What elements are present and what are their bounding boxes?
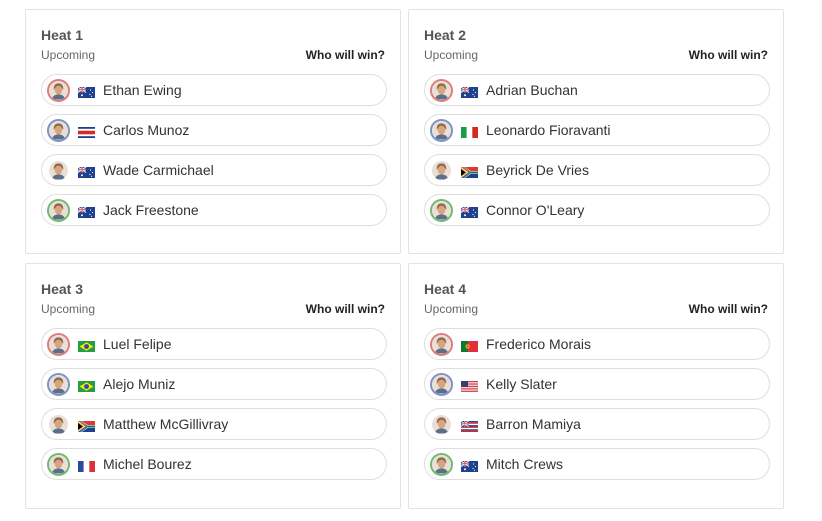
surfer-name: Matthew McGillivray [103, 416, 229, 432]
heat-card-1: Heat 1 Upcoming Who will win? Ethan Ewin… [25, 9, 401, 254]
surfer-name: Jack Freestone [103, 202, 199, 218]
surfer-avatar-icon [47, 198, 70, 222]
surfer-avatar-icon [47, 158, 70, 182]
surfer-pick-button[interactable]: Matthew McGillivray [41, 408, 387, 440]
surfer-name: Mitch Crews [486, 456, 564, 472]
who-will-win-label: Who will win? [688, 302, 768, 316]
country-flag-icon [461, 165, 478, 178]
surfer-pick-button[interactable]: Adrian Buchan [424, 74, 770, 106]
surfer-avatar-icon [430, 158, 453, 182]
country-flag-icon [78, 379, 95, 392]
surfer-pick-button[interactable]: Leonardo Fioravanti [424, 114, 770, 146]
surfer-name: Wade Carmichael [103, 162, 214, 178]
surfer-avatar-icon [430, 78, 453, 102]
who-will-win-label: Who will win? [688, 48, 768, 62]
surfer-avatar-icon [430, 332, 453, 356]
surfer-pick-button[interactable]: Kelly Slater [424, 368, 770, 400]
surfer-avatar-icon [430, 198, 453, 222]
heat-card-4: Heat 4 Upcoming Who will win? Frederico … [408, 263, 784, 509]
country-flag-icon [460, 459, 478, 472]
heat-status: Upcoming [41, 48, 96, 62]
surfer-name: Alejo Muniz [103, 376, 176, 392]
surfer-pick-button[interactable]: Connor O'Leary [424, 194, 770, 226]
heat-card-2: Heat 2 Upcoming Who will win? Adrian Buc… [408, 9, 784, 254]
country-flag-icon [461, 379, 478, 392]
surfer-list: Frederico Morais Kelly Slater Barron Mam… [424, 328, 770, 488]
surfer-name: Kelly Slater [486, 376, 557, 392]
surfer-list: Adrian Buchan Leonardo Fioravanti Beyric… [424, 74, 770, 234]
country-flag-icon [461, 125, 478, 138]
heat-title: Heat 4 [424, 281, 467, 297]
heats-grid: Heat 1 Upcoming Who will win? Ethan Ewin… [25, 9, 785, 509]
surfer-pick-button[interactable]: Michel Bourez [41, 448, 387, 480]
heat-title: Heat 2 [424, 27, 467, 43]
surfer-pick-button[interactable]: Alejo Muniz [41, 368, 387, 400]
country-flag-icon [77, 85, 95, 98]
surfer-list: Ethan Ewing Carlos Munoz Wade Carmichael… [41, 74, 387, 234]
country-flag-icon [78, 459, 95, 472]
country-flag-icon [460, 419, 478, 432]
country-flag-icon [461, 339, 478, 352]
surfer-name: Carlos Munoz [103, 122, 190, 138]
surfer-avatar-icon [47, 372, 70, 396]
surfer-name: Luel Felipe [103, 336, 172, 352]
country-flag-icon [78, 125, 95, 138]
heat-title: Heat 3 [41, 281, 84, 297]
surfer-pick-button[interactable]: Frederico Morais [424, 328, 770, 360]
surfer-avatar-icon [430, 412, 453, 436]
surfer-pick-button[interactable]: Ethan Ewing [41, 74, 387, 106]
surfer-pick-button[interactable]: Beyrick De Vries [424, 154, 770, 186]
heat-status: Upcoming [424, 302, 479, 316]
who-will-win-label: Who will win? [305, 48, 385, 62]
surfer-name: Connor O'Leary [486, 202, 585, 218]
surfer-avatar-icon [430, 372, 453, 396]
who-will-win-label: Who will win? [305, 302, 385, 316]
surfer-avatar-icon [47, 118, 70, 142]
country-flag-icon [78, 419, 95, 432]
surfer-pick-button[interactable]: Wade Carmichael [41, 154, 387, 186]
surfer-pick-button[interactable]: Mitch Crews [424, 448, 770, 480]
country-flag-icon [78, 339, 95, 352]
surfer-pick-button[interactable]: Luel Felipe [41, 328, 387, 360]
surfer-pick-button[interactable]: Jack Freestone [41, 194, 387, 226]
surfer-avatar-icon [430, 118, 453, 142]
heat-card-3: Heat 3 Upcoming Who will win? Luel Felip… [25, 263, 401, 509]
heat-status: Upcoming [41, 302, 96, 316]
surfer-name: Beyrick De Vries [486, 162, 589, 178]
surfer-avatar-icon [430, 452, 453, 476]
country-flag-icon [77, 205, 95, 218]
surfer-list: Luel Felipe Alejo Muniz Matthew McGilliv… [41, 328, 387, 488]
surfer-pick-button[interactable]: Barron Mamiya [424, 408, 770, 440]
heat-status: Upcoming [424, 48, 479, 62]
surfer-avatar-icon [47, 78, 70, 102]
surfer-avatar-icon [47, 332, 70, 356]
surfer-pick-button[interactable]: Carlos Munoz [41, 114, 387, 146]
surfer-avatar-icon [47, 452, 70, 476]
surfer-name: Michel Bourez [103, 456, 192, 472]
surfer-name: Frederico Morais [486, 336, 592, 352]
country-flag-icon [77, 165, 95, 178]
country-flag-icon [460, 205, 478, 218]
surfer-name: Leonardo Fioravanti [486, 122, 611, 138]
surfer-name: Barron Mamiya [486, 416, 581, 432]
heat-title: Heat 1 [41, 27, 84, 43]
surfer-avatar-icon [47, 412, 70, 436]
surfer-name: Adrian Buchan [486, 82, 578, 98]
surfer-name: Ethan Ewing [103, 82, 182, 98]
country-flag-icon [460, 85, 478, 98]
